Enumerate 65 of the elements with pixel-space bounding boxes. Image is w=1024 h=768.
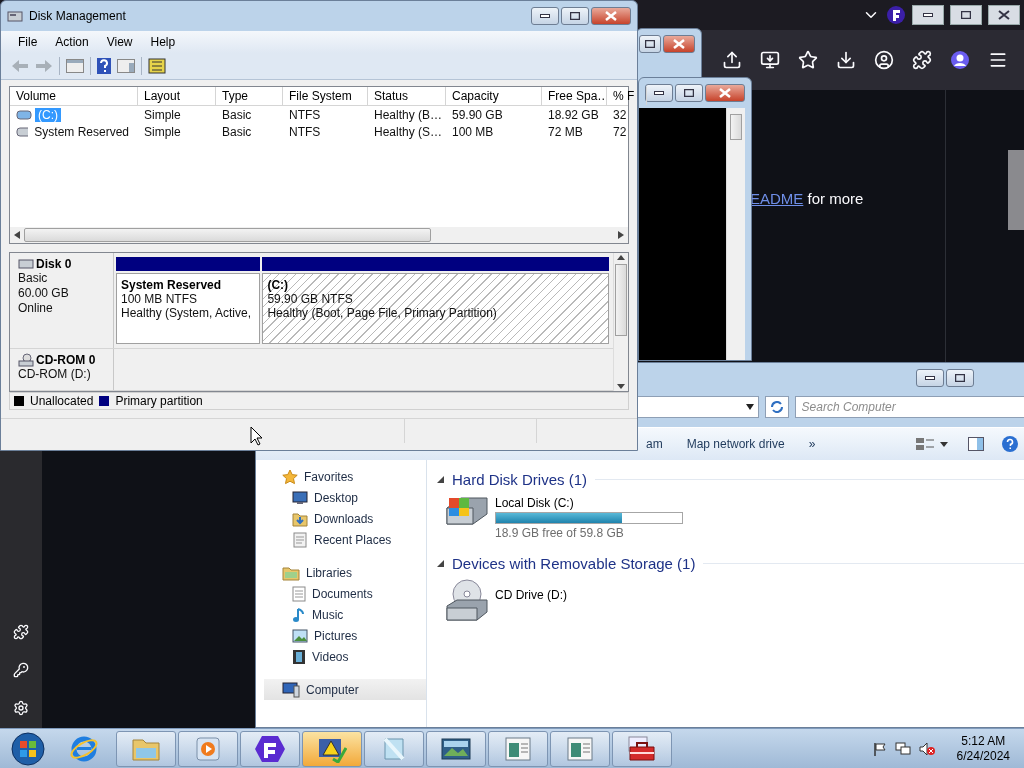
- column-header[interactable]: Type: [216, 87, 283, 105]
- column-header[interactable]: Free Spa…: [542, 87, 607, 105]
- column-header[interactable]: File System: [283, 87, 368, 105]
- nav-item[interactable]: Computer: [264, 679, 426, 700]
- column-header[interactable]: Volume: [10, 87, 138, 105]
- menu-item[interactable]: Action: [46, 35, 98, 49]
- table-cell-text: 72: [612, 124, 628, 139]
- table-cell-text: NTFS: [288, 124, 322, 139]
- nav-item[interactable]: Documents: [264, 583, 426, 604]
- column-header[interactable]: % F: [607, 87, 647, 105]
- table-cell-text: 59.90 GB: [451, 107, 504, 122]
- partition-block[interactable]: System Reserved 100 MB NTFS Healthy (System, Active,: [116, 273, 261, 344]
- nav-item[interactable]: Videos: [264, 646, 426, 667]
- nav-item[interactable]: Recent Places: [264, 529, 426, 550]
- menu-item[interactable]: File: [9, 35, 47, 49]
- partition-status: Healthy (Boot, Page File, Primary Partition): [267, 306, 498, 320]
- search-field[interactable]: Search Computer: [794, 396, 1024, 418]
- disk-detail: Basic: [18, 271, 49, 286]
- disk-name: Disk 0: [18, 257, 113, 271]
- command-item[interactable]: Map network drive: [686, 437, 785, 451]
- table-cell-text: 100 MB: [451, 124, 495, 139]
- clock-date[interactable]: 6/24/2024: [956, 748, 1010, 764]
- partition-size: 59.90 GB NTFS: [267, 292, 354, 306]
- drive-name[interactable]: CD Drive (D:): [495, 588, 567, 602]
- disk-detail: 60.00 GB: [18, 286, 70, 301]
- table-cell-text: 18.92 GB: [547, 107, 600, 122]
- command-item[interactable]: am: [646, 437, 663, 451]
- column-header[interactable]: Capacity: [446, 87, 542, 105]
- command-item[interactable]: »: [808, 437, 816, 451]
- section-title: Devices with Removable Storage (1): [452, 554, 696, 572]
- partition-name: System Reserved: [121, 278, 223, 292]
- legend-label: Unallocated: [30, 394, 94, 408]
- partition-name: (C:): [267, 278, 290, 292]
- nav-item[interactable]: Libraries: [264, 562, 426, 583]
- disk-detail: Online: [18, 301, 54, 316]
- table-cell-text: 32: [612, 107, 628, 122]
- nav-item[interactable]: Desktop: [264, 487, 426, 508]
- column-header[interactable]: Layout: [138, 87, 216, 105]
- partition-block[interactable]: (C:) 59.90 GB NTFS Healthy (Boot, Page File, Primary Partition): [262, 273, 609, 344]
- disk-name: CD-ROM 0: [18, 352, 113, 367]
- clock-time[interactable]: 5:12 AM: [961, 733, 1006, 749]
- table-cell-text: NTFS: [288, 107, 322, 122]
- nav-item[interactable]: Favorites: [264, 466, 426, 487]
- legend-label: Primary partition: [115, 394, 203, 408]
- menu-item[interactable]: View: [97, 35, 142, 49]
- nav-item[interactable]: Music: [264, 604, 426, 625]
- table-cell-text: Basic: [221, 107, 253, 122]
- nav-item[interactable]: Pictures: [264, 625, 426, 646]
- table-cell-text: Simple: [143, 107, 182, 122]
- table-cell-text: Healthy (B…: [373, 107, 444, 122]
- window-title: Disk Management: [29, 9, 127, 23]
- partition-size: 100 MB NTFS: [121, 292, 199, 306]
- disk-detail: CD-ROM (D:): [18, 366, 92, 382]
- drive-name[interactable]: Local Disk (C:): [495, 496, 683, 510]
- table-cell-text: Simple: [143, 124, 182, 139]
- table-cell-text: 72 MB: [547, 124, 584, 139]
- nav-item[interactable]: Downloads: [264, 508, 426, 529]
- free-space-text: 18.9 GB free of 59.8 GB: [495, 526, 625, 540]
- table-cell-text: Basic: [221, 124, 253, 139]
- menu-item[interactable]: Help: [141, 35, 185, 49]
- column-header[interactable]: Status: [368, 87, 446, 105]
- section-title: Hard Disk Drives (1): [452, 470, 587, 488]
- table-cell-text: Healthy (S…: [373, 124, 444, 139]
- partition-status: Healthy (System, Active,: [121, 306, 253, 320]
- table-cell[interactable]: System Reserved: [31, 124, 132, 139]
